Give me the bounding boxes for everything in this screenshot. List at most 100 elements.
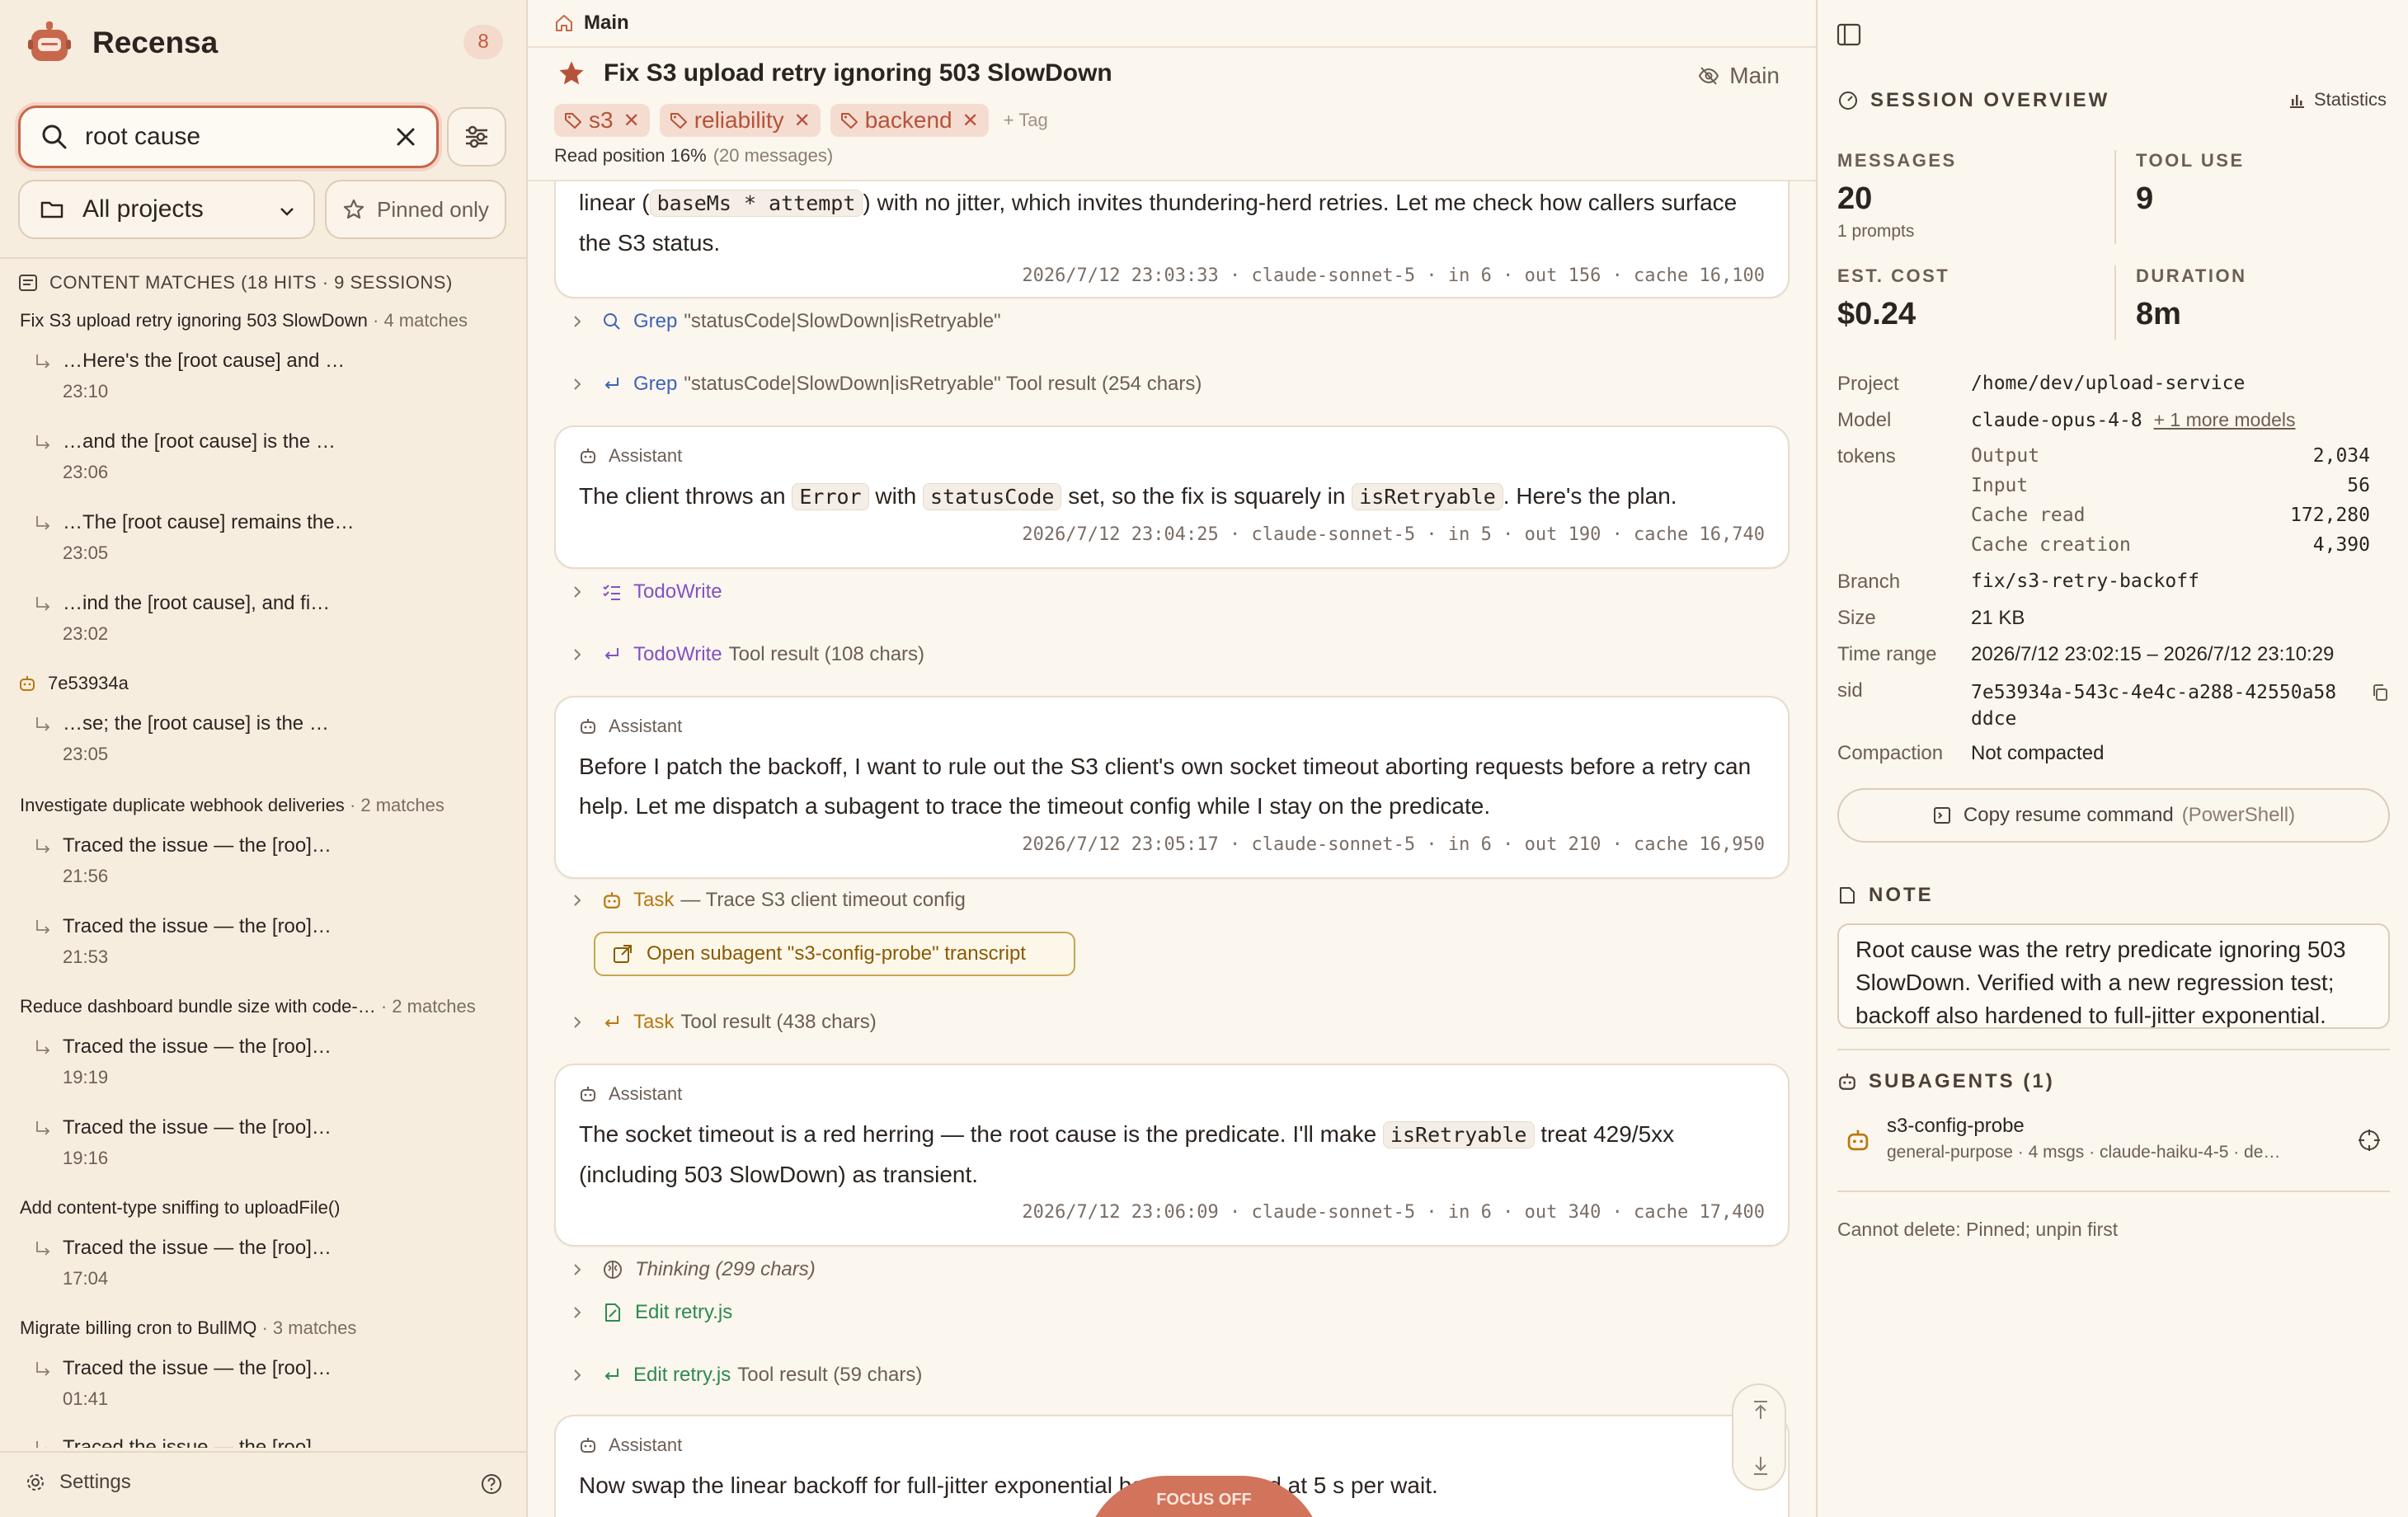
reply-arrow-icon bbox=[36, 355, 50, 369]
tool-result-task[interactable]: Task Tool result (438 chars) bbox=[571, 1011, 877, 1034]
search-input[interactable] bbox=[85, 123, 382, 151]
detail-sid: sid 7e53934a-543c-4e4c-a288-42550a58 ddce bbox=[1837, 679, 2390, 732]
copy-icon[interactable] bbox=[2370, 683, 2390, 702]
robot-icon bbox=[581, 1438, 595, 1453]
match-session-title[interactable]: Investigate duplicate webhook deliveries… bbox=[20, 795, 444, 816]
match-hit[interactable]: Traced the issue — the [roo]… 19:19 bbox=[33, 1036, 495, 1093]
match-session-title[interactable]: Migrate billing cron to BullMQ · 3 match… bbox=[20, 1317, 356, 1339]
divider bbox=[1837, 1049, 2390, 1050]
remove-tag-icon[interactable]: ✕ bbox=[794, 109, 811, 133]
tag-icon bbox=[670, 113, 687, 129]
tool-call-todowrite[interactable]: TodoWrite bbox=[571, 580, 729, 604]
kpi-messages: MESSAGES 20 1 prompts bbox=[1837, 150, 1957, 241]
reply-arrow-icon bbox=[36, 435, 50, 449]
session-header: Main Fix S3 upload retry ignoring 503 Sl… bbox=[528, 0, 1816, 181]
project-select[interactable]: All projects bbox=[18, 180, 315, 239]
branch-visibility-toggle[interactable]: Main bbox=[1698, 63, 1780, 89]
match-hit[interactable]: …Here's the [root cause] and … 23:10 bbox=[33, 350, 495, 407]
chevron-right-icon bbox=[574, 1017, 581, 1028]
divider bbox=[2114, 150, 2116, 244]
match-session-title[interactable]: 7e53934a bbox=[18, 673, 129, 694]
robot-icon bbox=[581, 449, 595, 463]
star-filled-icon[interactable] bbox=[557, 59, 586, 87]
tool-call-task[interactable]: Task — Trace S3 client timeout config bbox=[571, 889, 966, 912]
search-icon bbox=[604, 313, 620, 330]
open-subagent-button[interactable]: Open subagent "s3-config-probe" transcri… bbox=[594, 932, 1075, 976]
app-name: Recensa bbox=[92, 26, 219, 59]
tool-result-grep[interactable]: Grep "statusCode|SlowDown|isRetryable" To… bbox=[571, 373, 1202, 396]
match-session-title[interactable]: Add content-type sniffing to uploadFile(… bbox=[20, 1197, 341, 1219]
panel-toggle-icon[interactable] bbox=[1836, 21, 1862, 48]
scroll-top-icon[interactable] bbox=[1749, 1398, 1772, 1421]
filter-settings-button[interactable] bbox=[447, 107, 506, 167]
sidebar-footer: Settings bbox=[0, 1451, 526, 1517]
match-session-title[interactable]: Reduce dashboard bundle size with code-…… bbox=[20, 996, 476, 1017]
robot-icon bbox=[581, 719, 595, 734]
reply-arrow-icon bbox=[36, 839, 50, 853]
match-hit[interactable]: Traced the issue — the [roo]… 21:53 bbox=[33, 915, 495, 973]
subagent-item[interactable]: s3-config-probe general-purpose · 4 msgs… bbox=[1846, 1111, 2382, 1169]
token-cache-creation: Cache creation 4,390 bbox=[1971, 534, 2370, 556]
match-hit[interactable]: Traced the issue — the [roo]… 17:04 bbox=[33, 1237, 495, 1294]
tool-call-edit[interactable]: Edit retry.js bbox=[571, 1301, 739, 1324]
match-hit[interactable]: …ind the [root cause], and fi… 23:02 bbox=[33, 592, 495, 650]
page-title: Fix S3 upload retry ignoring 503 SlowDow… bbox=[604, 59, 1112, 87]
match-hit[interactable]: Traced the issue — the [roo]… 01:41 bbox=[33, 1357, 495, 1415]
chevron-down-icon bbox=[280, 208, 294, 216]
reply-arrow-icon bbox=[36, 1362, 50, 1376]
help-icon[interactable] bbox=[480, 1472, 503, 1496]
robot-icon bbox=[604, 892, 620, 909]
divider bbox=[0, 257, 526, 259]
search-box[interactable] bbox=[18, 106, 439, 168]
project-select-value: All projects bbox=[82, 195, 204, 223]
sidebar: Recensa 8 All projects Pinned only CONTE… bbox=[0, 0, 528, 1517]
robot-icon bbox=[20, 676, 35, 691]
kpi-cost: EST. COST $0.24 bbox=[1837, 265, 1950, 331]
match-hit[interactable]: …se; the [root cause] is the … 23:05 bbox=[33, 712, 495, 770]
list-icon bbox=[19, 275, 37, 291]
clear-search-icon[interactable] bbox=[393, 124, 418, 149]
brand: Recensa bbox=[25, 16, 218, 69]
section-title-note: NOTE bbox=[1837, 884, 1934, 907]
tool-result-edit[interactable]: Edit retry.js Tool result (59 chars) bbox=[571, 1364, 922, 1387]
scroll-bottom-icon[interactable] bbox=[1749, 1454, 1772, 1477]
remove-tag-icon[interactable]: ✕ bbox=[623, 109, 640, 133]
match-hit[interactable]: Traced the issue — the [roo]… 19:16 bbox=[33, 1116, 495, 1174]
tag-chip[interactable]: reliability ✕ bbox=[659, 104, 821, 137]
pinned-only-label: Pinned only bbox=[377, 196, 489, 222]
settings-button[interactable]: Settings bbox=[25, 1471, 131, 1494]
statistics-link[interactable]: Statistics bbox=[2288, 89, 2387, 110]
remove-tag-icon[interactable]: ✕ bbox=[962, 109, 979, 133]
return-arrow-icon bbox=[604, 648, 618, 660]
return-arrow-icon bbox=[604, 1016, 618, 1027]
add-tag-button[interactable]: + Tag bbox=[1004, 110, 1048, 131]
copy-resume-command-button[interactable]: Copy resume command (PowerShell) bbox=[1837, 788, 2390, 843]
match-hit[interactable]: …and the [root cause] is the … 23:06 bbox=[33, 430, 495, 488]
terminal-icon bbox=[1933, 807, 1950, 824]
crosshair-icon[interactable] bbox=[2357, 1128, 2382, 1153]
tool-result-todowrite[interactable]: TodoWrite Tool result (108 chars) bbox=[571, 643, 924, 666]
divider bbox=[528, 46, 1816, 48]
token-cache-read: Cache read 172,280 bbox=[1971, 505, 2370, 526]
robot-logo-icon bbox=[28, 21, 71, 61]
pinned-only-button[interactable]: Pinned only bbox=[325, 180, 506, 239]
match-hit[interactable]: Traced the issue — the [roo]… bbox=[33, 1436, 495, 1448]
match-hit[interactable]: Traced the issue — the [roo]… 21:56 bbox=[33, 834, 495, 892]
gauge-icon bbox=[1839, 92, 1857, 110]
match-hit[interactable]: …The [root cause] remains the… 23:05 bbox=[33, 511, 495, 569]
match-session-title[interactable]: Fix S3 upload retry ignoring 503 SlowDow… bbox=[20, 310, 468, 331]
content-matches: CONTENT MATCHES (18 HITS · 9 SESSIONS) F… bbox=[0, 261, 526, 1448]
tool-call-grep[interactable]: Grep "statusCode|SlowDown|isRetryable" bbox=[571, 310, 1001, 333]
tag-chip[interactable]: backend ✕ bbox=[830, 104, 989, 137]
breadcrumb[interactable]: Main bbox=[554, 12, 629, 35]
matches-header: CONTENT MATCHES (18 HITS · 9 SESSIONS) bbox=[18, 272, 453, 294]
more-models-link[interactable]: + 1 more models bbox=[2154, 409, 2296, 430]
star-outline-icon bbox=[343, 199, 364, 219]
session-overview-panel: SESSION OVERVIEW Statistics MESSAGES 20 … bbox=[1816, 0, 2408, 1517]
tag-chip[interactable]: s3 ✕ bbox=[554, 104, 650, 137]
kpi-duration: DURATION 8m bbox=[2136, 265, 2247, 331]
thinking-block[interactable]: Thinking (299 chars) bbox=[571, 1258, 822, 1281]
note-textarea[interactable]: Root cause was the retry predicate ignor… bbox=[1837, 923, 2390, 1029]
chevron-right-icon bbox=[574, 586, 581, 598]
tag-list: s3 ✕ reliability ✕ backend ✕ + Tag bbox=[554, 104, 1048, 137]
